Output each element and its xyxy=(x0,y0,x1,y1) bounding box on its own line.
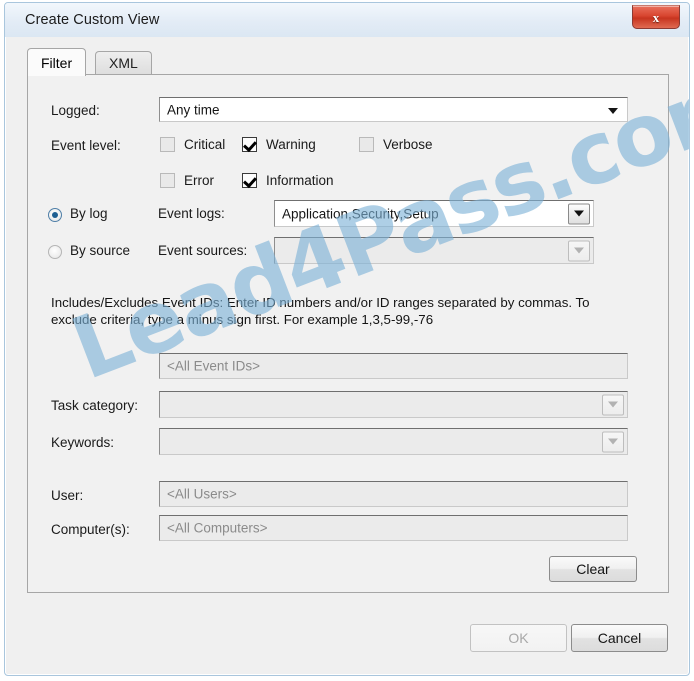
checkbox-critical-label: Critical xyxy=(184,137,226,152)
chevron-down-icon[interactable] xyxy=(568,240,590,261)
checkbox-critical[interactable] xyxy=(160,137,175,152)
radio-by-log-label: By log xyxy=(70,206,108,221)
checkbox-verbose-label: Verbose xyxy=(383,137,433,152)
computers-label: Computer(s): xyxy=(51,522,130,537)
chevron-down-icon[interactable] xyxy=(602,431,624,452)
computers-placeholder: <All Computers> xyxy=(167,520,268,536)
radio-by-log[interactable] xyxy=(48,208,62,222)
chevron-down-glyph xyxy=(574,210,584,217)
user-label: User: xyxy=(51,488,84,503)
keywords-label: Keywords: xyxy=(51,435,115,450)
keywords-combobox[interactable] xyxy=(159,428,628,455)
checkbox-warning[interactable] xyxy=(242,137,257,152)
task-category-label: Task category: xyxy=(51,398,139,413)
close-x-glyph: x xyxy=(652,9,660,25)
user-input[interactable]: <All Users> xyxy=(159,481,628,507)
computers-input[interactable]: <All Computers> xyxy=(159,515,628,541)
window-title: Create Custom View xyxy=(25,12,160,28)
tab-xml[interactable]: XML xyxy=(95,51,152,74)
user-placeholder: <All Users> xyxy=(167,486,237,502)
event-ids-input[interactable]: <All Event IDs> xyxy=(159,353,628,379)
event-level-label: Event level: xyxy=(51,138,121,153)
filter-tab-panel: Logged: Any time Event level: Critical W… xyxy=(27,74,669,593)
event-logs-value: Application,Security,Setup xyxy=(282,206,439,221)
radio-by-source-label: By source xyxy=(70,243,131,258)
checkbox-information-label: Information xyxy=(266,173,334,188)
logged-combobox[interactable]: Any time xyxy=(159,97,628,122)
chevron-down-glyph xyxy=(608,438,618,445)
close-icon[interactable]: x xyxy=(632,5,680,29)
chevron-down-glyph xyxy=(608,401,618,408)
chevron-down-icon[interactable] xyxy=(568,203,590,224)
checkbox-information[interactable] xyxy=(242,173,257,188)
logged-value: Any time xyxy=(167,102,220,117)
radio-by-source[interactable] xyxy=(48,245,62,259)
chevron-down-icon xyxy=(608,107,618,114)
title-bar: Create Custom View x xyxy=(5,3,689,37)
event-sources-label: Event sources: xyxy=(158,243,248,258)
checkbox-warning-label: Warning xyxy=(266,137,316,152)
checkbox-verbose[interactable] xyxy=(359,137,374,152)
checkbox-error[interactable] xyxy=(160,173,175,188)
chevron-down-icon[interactable] xyxy=(602,394,624,415)
event-ids-placeholder: <All Event IDs> xyxy=(167,358,261,374)
ok-button[interactable]: OK xyxy=(470,624,567,652)
task-category-combobox[interactable] xyxy=(159,391,628,418)
event-logs-label: Event logs: xyxy=(158,206,225,221)
tab-filter[interactable]: Filter xyxy=(27,48,87,76)
event-logs-combobox[interactable]: Application,Security,Setup xyxy=(274,200,594,227)
event-id-help-text: Includes/Excludes Event IDs: Enter ID nu… xyxy=(51,295,590,327)
logged-label: Logged: xyxy=(51,103,100,118)
event-sources-combobox[interactable] xyxy=(274,237,594,264)
clear-button[interactable]: Clear xyxy=(549,556,637,582)
tab-strip: Filter XML xyxy=(27,48,669,76)
cancel-button[interactable]: Cancel xyxy=(571,624,668,652)
chevron-down-glyph xyxy=(574,247,584,254)
checkbox-error-label: Error xyxy=(184,173,214,188)
create-custom-view-dialog: Create Custom View x Filter XML Logged: … xyxy=(4,2,690,676)
